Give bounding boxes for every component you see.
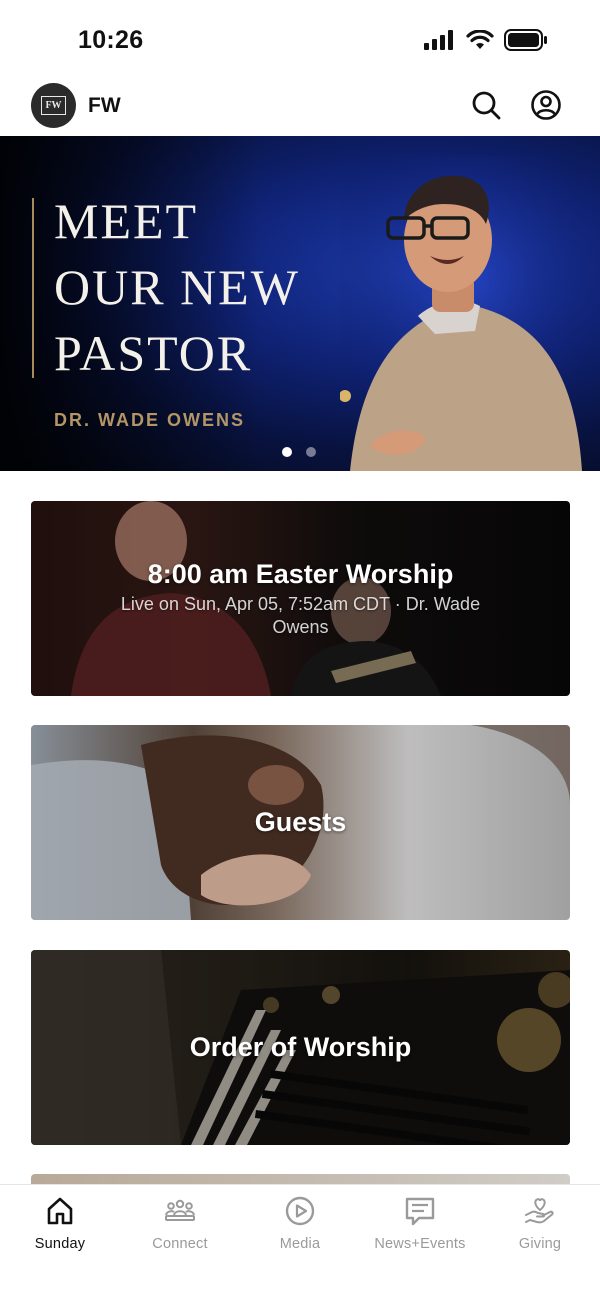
hero-title-line: PASTOR <box>54 325 253 381</box>
tab-label: News+Events <box>374 1236 466 1252</box>
status-time: 10:26 <box>78 26 144 54</box>
tab-label: Connect <box>152 1236 208 1252</box>
home-icon <box>47 1197 73 1225</box>
status-icons <box>424 29 548 51</box>
tab-label: Sunday <box>34 1236 86 1252</box>
wifi-icon <box>466 30 494 49</box>
app-header: FW FW <box>0 76 600 136</box>
hero-carousel[interactable]: MEET OUR NEW PASTOR DR. WADE OWENS <box>0 136 600 471</box>
pastor-photo <box>340 156 600 471</box>
tab-sundays[interactable]: Sunday <box>0 1195 120 1259</box>
message-icon <box>405 1197 435 1226</box>
card-subtitle: Live on Sun, Apr 05, 7:52am CDT · Dr. Wa… <box>120 593 481 637</box>
carousel-pagination <box>282 447 316 457</box>
card-title: Order of Worship <box>189 1032 412 1062</box>
hero-subtitle: DR. WADE OWENS <box>54 410 246 430</box>
play-icon <box>285 1196 315 1226</box>
cellular-signal-icon <box>424 30 453 50</box>
heart-hand-icon <box>525 1198 554 1224</box>
tab-label: Giving <box>518 1236 562 1252</box>
carousel-dot-active[interactable] <box>282 447 292 457</box>
hero-title-line: OUR NEW <box>54 259 300 315</box>
carousel-dot[interactable] <box>306 447 316 457</box>
easter-worship-card[interactable]: 8:00 am Easter Worship Live on Sun, Apr … <box>31 501 570 696</box>
hero-title-line: MEET <box>54 193 199 249</box>
order-of-worship-card[interactable]: Order of Worship <box>31 950 570 1145</box>
card-content: Order of Worship <box>31 950 570 1145</box>
tab-giving[interactable]: Giving <box>480 1195 600 1259</box>
account-icon[interactable] <box>530 89 562 121</box>
tab-news-events[interactable]: News+Events <box>360 1195 480 1259</box>
logo-text: FW <box>41 96 66 115</box>
card-content: 8:00 am Easter Worship Live on Sun, Apr … <box>31 501 570 696</box>
tab-connect[interactable]: Connect <box>120 1195 240 1259</box>
hero-title: MEET OUR NEW PASTOR <box>54 188 374 386</box>
hero-accent-bar <box>32 198 34 378</box>
church-logo[interactable]: FW <box>31 83 76 128</box>
battery-icon <box>504 29 547 51</box>
status-bar: 10:26 <box>0 0 600 76</box>
guests-card[interactable]: Guests <box>31 725 570 920</box>
search-icon[interactable] <box>470 89 502 121</box>
tab-label: Media <box>279 1236 321 1252</box>
tab-media[interactable]: Media <box>240 1195 360 1259</box>
card-title: Guests <box>254 807 347 837</box>
app-title: FW <box>88 94 121 117</box>
card-content: Guests <box>31 725 570 920</box>
card-title: 8:00 am Easter Worship <box>147 558 454 589</box>
people-icon <box>165 1199 195 1221</box>
bottom-tab-bar: Sunday Connect Media News+Events Giving <box>0 1184 600 1300</box>
